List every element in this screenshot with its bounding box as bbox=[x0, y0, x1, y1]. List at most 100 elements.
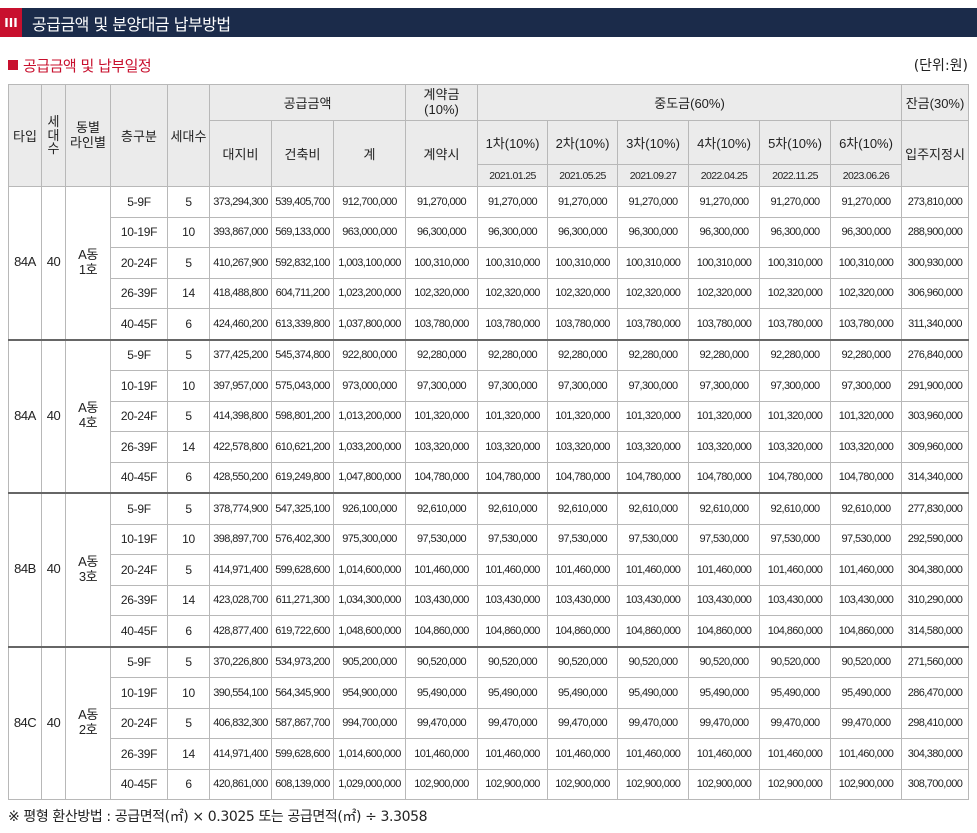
installment-date-6: 2023.06.26 bbox=[829, 164, 903, 187]
section-header: III 공급금액 및 분양대금 납부방법 bbox=[0, 8, 977, 37]
col-balance-when: 입주지정시 bbox=[901, 120, 970, 187]
col-installment-2: 2차(10%) bbox=[547, 120, 618, 165]
installment-cell-5: 101,460,000 bbox=[759, 554, 831, 586]
balance-cell: 303,960,000 bbox=[901, 400, 970, 432]
installment-cell-1: 101,460,000 bbox=[477, 738, 548, 770]
land-cell: 420,861,000 bbox=[209, 768, 272, 800]
building-cell: 534,973,200 bbox=[271, 645, 334, 678]
section-number: III bbox=[0, 8, 22, 37]
deposit-cell: 90,520,000 bbox=[405, 645, 478, 678]
deposit-cell: 102,900,000 bbox=[405, 768, 478, 800]
table-row: 20-24F 5 414,971,400 599,628,600 1,014,600,0… bbox=[9, 554, 970, 586]
installment-cell-4: 104,860,000 bbox=[688, 615, 760, 647]
count-cell: 5 bbox=[167, 186, 210, 218]
installment-cell-3: 102,900,000 bbox=[617, 768, 689, 800]
line-cell: A동 2호 bbox=[65, 645, 111, 800]
land-cell: 428,877,400 bbox=[209, 615, 272, 647]
households-cell: 40 bbox=[41, 645, 66, 800]
table-row: 20-24F 5 406,832,300 587,867,700 994,700,000… bbox=[9, 707, 970, 739]
balance-cell: 271,560,000 bbox=[901, 645, 970, 678]
table-row: 10-19F 10 397,957,000 575,043,000 973,000,00… bbox=[9, 370, 970, 402]
building-cell: 592,832,100 bbox=[271, 247, 334, 279]
installment-cell-2: 99,470,000 bbox=[547, 707, 618, 739]
installment-cell-2: 95,490,000 bbox=[547, 677, 618, 709]
installment-cell-3: 104,780,000 bbox=[617, 461, 689, 494]
installment-cell-4: 102,320,000 bbox=[688, 277, 760, 309]
col-installment-6: 6차(10%) bbox=[829, 120, 903, 165]
deposit-cell: 103,430,000 bbox=[405, 584, 478, 616]
deposit-cell: 97,530,000 bbox=[405, 523, 478, 555]
col-installment-3: 3차(10%) bbox=[617, 120, 689, 165]
table-row: 84B 40 A동 3호 5-9F 5 378,774,900 547,325,100 926… bbox=[8, 492, 970, 647]
table-row: 26-39F 14 414,971,400 599,628,600 1,014,600,… bbox=[9, 738, 970, 770]
land-cell: 397,957,000 bbox=[209, 370, 272, 402]
col-line: 동별 라인별 bbox=[65, 84, 111, 187]
installment-cell-4: 95,490,000 bbox=[688, 677, 760, 709]
col-line-text: 동별 라인별 bbox=[70, 119, 106, 150]
installment-cell-3: 100,310,000 bbox=[617, 247, 689, 279]
balance-cell: 276,840,000 bbox=[901, 338, 970, 371]
installment-cell-5: 103,320,000 bbox=[759, 431, 831, 463]
installment-cell-6: 103,430,000 bbox=[829, 584, 903, 616]
installment-date-4: 2022.04.25 bbox=[688, 164, 760, 187]
building-cell: 569,133,000 bbox=[271, 216, 334, 248]
table-row: 40-45F 6 420,861,000 608,139,000 1,029,000,0… bbox=[9, 768, 970, 800]
floor-cell: 5-9F bbox=[110, 338, 168, 371]
installment-cell-4: 103,320,000 bbox=[688, 431, 760, 463]
total-cell: 1,029,000,000 bbox=[333, 768, 406, 800]
installment-cell-1: 99,470,000 bbox=[477, 707, 548, 739]
balance-cell: 314,340,000 bbox=[901, 461, 970, 494]
floor-cell: 40-45F bbox=[110, 461, 168, 494]
building-cell: 576,402,300 bbox=[271, 523, 334, 555]
building-cell: 564,345,900 bbox=[271, 677, 334, 709]
installment-date-2: 2021.05.25 bbox=[547, 164, 618, 187]
total-cell: 973,000,000 bbox=[333, 370, 406, 402]
land-cell: 422,578,800 bbox=[209, 431, 272, 463]
floor-cell: 5-9F bbox=[110, 645, 168, 678]
table-row: 20-24F 5 410,267,900 592,832,100 1,003,100,0… bbox=[9, 247, 970, 279]
installment-cell-4: 90,520,000 bbox=[688, 645, 760, 678]
installment-cell-1: 103,780,000 bbox=[477, 308, 548, 340]
installment-cell-3: 92,610,000 bbox=[617, 492, 689, 525]
col-deposit: 계약금 (10%) bbox=[405, 84, 478, 121]
land-cell: 414,398,800 bbox=[209, 400, 272, 432]
floor-cell: 10-19F bbox=[110, 523, 168, 555]
installment-cell-6: 103,320,000 bbox=[829, 431, 903, 463]
building-cell: 611,271,300 bbox=[271, 584, 334, 616]
installment-cell-6: 92,610,000 bbox=[829, 492, 903, 525]
table-row: 10-19F 10 390,554,100 564,345,900 954,900,00… bbox=[9, 677, 970, 709]
installment-cell-2: 96,300,000 bbox=[547, 216, 618, 248]
deposit-cell: 92,280,000 bbox=[405, 338, 478, 371]
households-cell: 40 bbox=[41, 338, 66, 494]
col-type: 타입 bbox=[8, 84, 42, 187]
installment-cell-6: 90,520,000 bbox=[829, 645, 903, 678]
balance-cell: 306,960,000 bbox=[901, 277, 970, 309]
installment-cell-1: 100,310,000 bbox=[477, 247, 548, 279]
count-cell: 6 bbox=[167, 768, 210, 800]
installment-cell-4: 99,470,000 bbox=[688, 707, 760, 739]
installment-cell-2: 100,310,000 bbox=[547, 247, 618, 279]
deposit-cell: 101,460,000 bbox=[405, 554, 478, 586]
land-cell: 414,971,400 bbox=[209, 738, 272, 770]
floor-cell: 10-19F bbox=[110, 370, 168, 402]
installment-cell-5: 101,460,000 bbox=[759, 738, 831, 770]
installment-cell-5: 91,270,000 bbox=[759, 186, 831, 218]
installment-cell-6: 96,300,000 bbox=[829, 216, 903, 248]
land-cell: 423,028,700 bbox=[209, 584, 272, 616]
installment-cell-5: 103,780,000 bbox=[759, 308, 831, 340]
balance-cell: 311,340,000 bbox=[901, 308, 970, 340]
table-row: 10-19F 10 393,867,000 569,133,000 963,000,00… bbox=[9, 216, 970, 248]
count-cell: 10 bbox=[167, 216, 210, 248]
land-cell: 393,867,000 bbox=[209, 216, 272, 248]
installment-cell-1: 102,320,000 bbox=[477, 277, 548, 309]
count-cell: 5 bbox=[167, 707, 210, 739]
building-cell: 610,621,200 bbox=[271, 431, 334, 463]
installment-cell-3: 103,780,000 bbox=[617, 308, 689, 340]
floor-cell: 20-24F bbox=[110, 707, 168, 739]
installment-cell-5: 103,430,000 bbox=[759, 584, 831, 616]
installment-cell-2: 102,900,000 bbox=[547, 768, 618, 800]
installment-cell-4: 91,270,000 bbox=[688, 186, 760, 218]
installment-cell-5: 97,530,000 bbox=[759, 523, 831, 555]
land-cell: 406,832,300 bbox=[209, 707, 272, 739]
col-building: 건축비 bbox=[271, 120, 334, 187]
